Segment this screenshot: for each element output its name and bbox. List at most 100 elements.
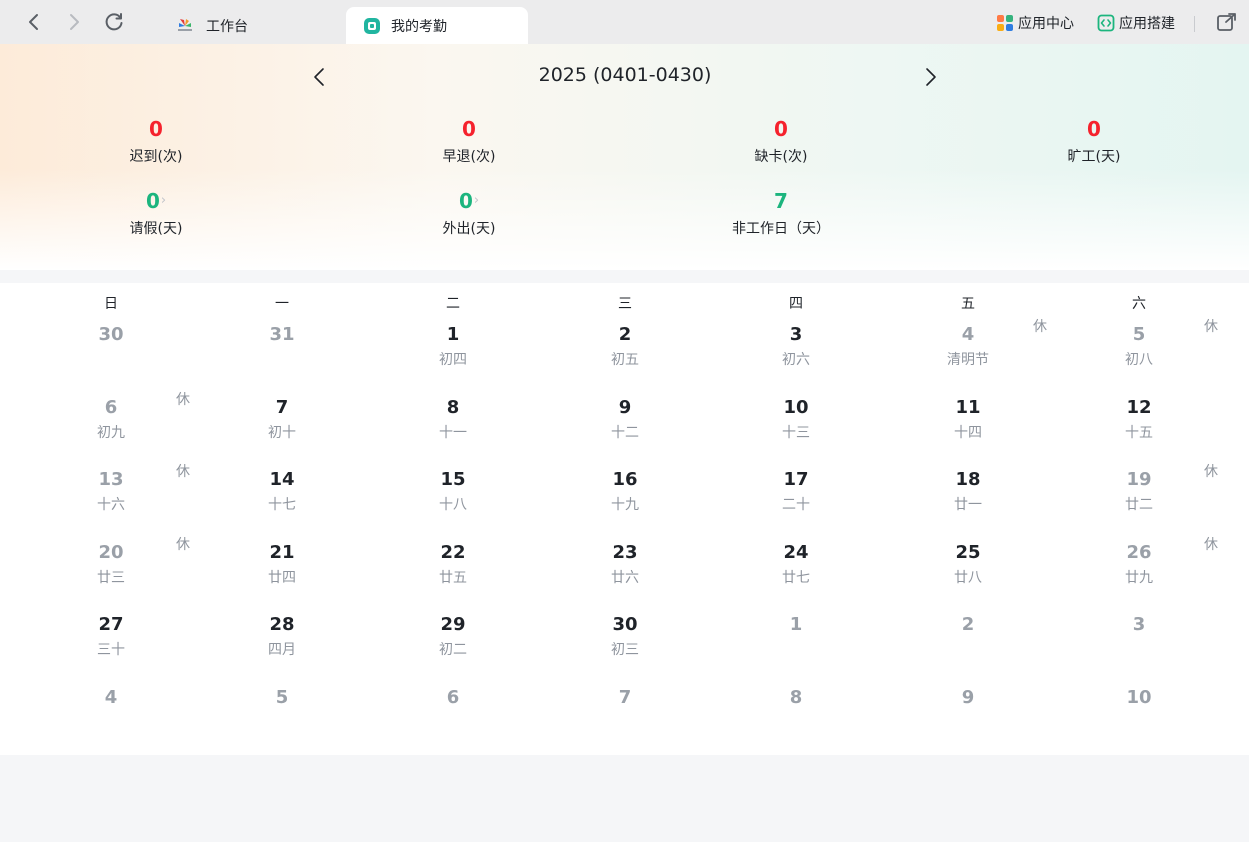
- calendar-day[interactable]: 15 十八: [398, 468, 508, 528]
- lunar-date: 初四: [439, 352, 467, 368]
- stat-number: 0: [462, 117, 476, 141]
- weekday-header: 六: [1132, 296, 1146, 312]
- workbench-logo-icon: [178, 19, 192, 31]
- calendar-day[interactable]: 11 十四: [913, 396, 1023, 456]
- calendar-day[interactable]: 6 初九 休: [56, 392, 190, 456]
- day-number: 2: [618, 324, 632, 345]
- stat-value: 0: [149, 116, 163, 142]
- calendar-day[interactable]: 27 三十: [56, 613, 166, 673]
- day-number: 1: [446, 324, 460, 345]
- calendar-day[interactable]: 5: [227, 686, 337, 746]
- calendar-day[interactable]: 3: [1084, 613, 1194, 673]
- weekday-header: 一: [275, 296, 289, 312]
- calendar-day[interactable]: 13 十六 休: [56, 464, 190, 528]
- calendar-day[interactable]: 26 廿九 休: [1084, 537, 1218, 601]
- day-number: 12: [1126, 397, 1152, 418]
- stat-item: 0 迟到(次): [56, 116, 256, 166]
- calendar-day[interactable]: 2: [913, 613, 1023, 673]
- app-builder-label: 应用搭建: [1119, 16, 1175, 32]
- calendar-day[interactable]: 1: [741, 613, 851, 673]
- calendar-day[interactable]: 17 二十: [741, 468, 851, 528]
- lunar-date: 初九: [97, 425, 125, 441]
- calendar-day[interactable]: 19 廿二 休: [1084, 464, 1218, 528]
- calendar-day[interactable]: 7: [570, 686, 680, 746]
- calendar-day[interactable]: 30 初三: [570, 613, 680, 673]
- calendar-day[interactable]: 10 十三: [741, 396, 851, 456]
- rest-day-badge: 休: [1204, 464, 1218, 480]
- day-number: 8: [789, 687, 803, 708]
- stat-value: 0: [462, 116, 476, 142]
- tab-my-attendance[interactable]: 我的考勤: [346, 7, 528, 44]
- calendar-day[interactable]: 22 廿五: [398, 541, 508, 601]
- attendance-summary: 2025 (0401-0430) 0 迟到(次) 0 早退(次) 0 缺卡(次) 0 旷工(天…: [0, 44, 1249, 270]
- calendar-day[interactable]: 20 廿三 休: [56, 537, 190, 601]
- calendar-day[interactable]: 8: [741, 686, 851, 746]
- next-month-button[interactable]: [919, 66, 941, 88]
- stat-item[interactable]: 0 › 请假(天): [56, 188, 256, 238]
- weekday-header: 二: [446, 296, 460, 312]
- day-number: 6: [104, 397, 118, 418]
- day-number: 22: [440, 542, 466, 563]
- rest-day-badge: 休: [176, 392, 190, 408]
- day-number: 21: [269, 542, 295, 563]
- stat-number: 0: [145, 189, 160, 213]
- day-number: 7: [275, 397, 289, 418]
- calendar-day[interactable]: 1 初四: [398, 323, 508, 383]
- rest-day-badge: 休: [1033, 319, 1047, 335]
- back-button[interactable]: [21, 9, 47, 35]
- refresh-icon: [105, 13, 123, 31]
- app-center-label: 应用中心: [1018, 16, 1074, 32]
- calendar-day[interactable]: 16 十九: [570, 468, 680, 528]
- stat-item[interactable]: 0 › 外出(天): [369, 188, 569, 238]
- lunar-date: 廿四: [268, 570, 296, 586]
- prev-month-button[interactable]: [309, 66, 331, 88]
- calendar-day[interactable]: 23 廿六: [570, 541, 680, 601]
- calendar-day[interactable]: 14 十七: [227, 468, 337, 528]
- calendar-day[interactable]: 12 十五: [1084, 396, 1194, 456]
- calendar-day[interactable]: 8 十一: [398, 396, 508, 456]
- day-number: 2: [961, 614, 975, 635]
- forward-button[interactable]: [61, 9, 87, 35]
- calendar-day[interactable]: 10: [1084, 686, 1194, 746]
- tab-workbench[interactable]: 工作台: [176, 7, 336, 44]
- tab-label: 我的考勤: [391, 18, 447, 35]
- lunar-date: 初五: [611, 352, 639, 368]
- lunar-date: 四月: [268, 642, 296, 658]
- day-number: 25: [955, 542, 981, 563]
- calendar-day[interactable]: 9 十二: [570, 396, 680, 456]
- day-number: 7: [618, 687, 632, 708]
- calendar-day[interactable]: 9: [913, 686, 1023, 746]
- divider: [1194, 16, 1195, 32]
- calendar-day[interactable]: 29 初二: [398, 613, 508, 673]
- calendar-day[interactable]: 24 廿七: [741, 541, 851, 601]
- day-number: 6: [446, 687, 460, 708]
- app-builder-button[interactable]: 应用搭建: [1097, 13, 1175, 33]
- calendar-day[interactable]: 31: [227, 323, 337, 383]
- calendar-day[interactable]: 28 四月: [227, 613, 337, 673]
- day-number: 10: [783, 397, 809, 418]
- lunar-date: 十八: [439, 497, 467, 513]
- calendar-day[interactable]: 4: [56, 686, 166, 746]
- calendar-day[interactable]: 18 廿一: [913, 468, 1023, 528]
- calendar-day[interactable]: 2 初五: [570, 323, 680, 383]
- lunar-date: 十四: [954, 425, 982, 441]
- lunar-date: 十六: [97, 497, 125, 513]
- open-external-button[interactable]: [1214, 9, 1240, 35]
- calendar-day[interactable]: 25 廿八: [913, 541, 1023, 601]
- day-number: 14: [269, 469, 295, 490]
- calendar-day[interactable]: 30: [56, 323, 166, 383]
- calendar-day[interactable]: 4 清明节 休: [913, 319, 1047, 383]
- calendar-day[interactable]: 7 初十: [227, 396, 337, 456]
- weekday-header: 五: [961, 296, 975, 312]
- refresh-button[interactable]: [101, 9, 127, 35]
- calendar-day[interactable]: 5 初八 休: [1084, 319, 1218, 383]
- day-number: 28: [269, 614, 295, 635]
- lunar-date: 初十: [268, 425, 296, 441]
- lunar-date: 十一: [439, 425, 467, 441]
- calendar-day[interactable]: 3 初六: [741, 323, 851, 383]
- stat-item: 7 非工作日（天）: [681, 188, 881, 238]
- app-center-button[interactable]: 应用中心: [996, 13, 1074, 33]
- calendar-day[interactable]: 6: [398, 686, 508, 746]
- calendar: 日一二三四五六 30 31 1 初四 2 初五 3 初六 4 清明节休 5 初八休 6 初九休 7 初十 8 十一 9…: [0, 283, 1249, 755]
- calendar-day[interactable]: 21 廿四: [227, 541, 337, 601]
